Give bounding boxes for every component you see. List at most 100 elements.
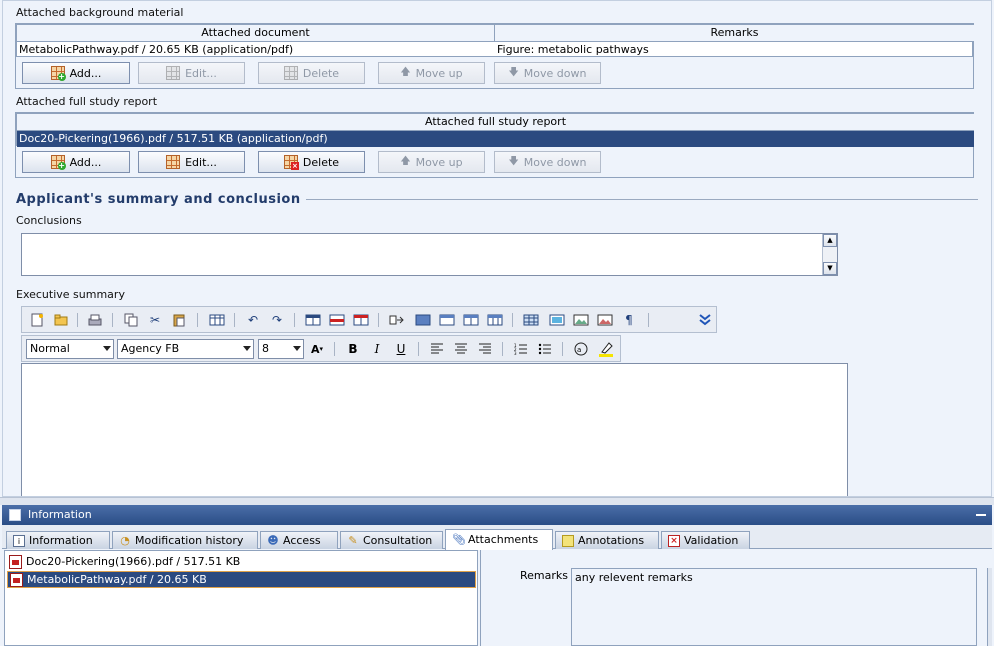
attachment-label: MetabolicPathway.pdf / 20.65 KB [27, 573, 207, 586]
full-study-report-table[interactable]: Attached full study report Doc20-Pickeri… [16, 113, 974, 147]
paragraph-mark-icon[interactable]: ¶ [620, 311, 638, 329]
redo-icon[interactable]: ↷ [268, 311, 286, 329]
font-size-change-icon[interactable]: A ▾ [308, 340, 326, 358]
paste-icon[interactable] [170, 311, 188, 329]
paragraph-style-select[interactable]: Normal [26, 339, 114, 359]
delete-table-icon: × [283, 155, 299, 170]
highlight-icon[interactable] [597, 340, 615, 358]
column-header-remarks[interactable]: Remarks [495, 25, 974, 42]
tab-attachments[interactable]: 📎︎ Attachments [445, 529, 553, 550]
delete-background-button[interactable]: Delete [258, 62, 365, 84]
background-material-panel: Attached document Remarks MetabolicPathw… [15, 23, 974, 89]
svg-text:a: a [577, 346, 581, 354]
toolbar-separator [294, 313, 295, 327]
print-icon[interactable] [86, 311, 104, 329]
image-icon[interactable] [548, 311, 566, 329]
toolbar-separator [562, 342, 563, 356]
table-cell-remarks[interactable]: Figure: metabolic pathways [497, 42, 649, 58]
users-icon: ☻ [267, 533, 279, 547]
editor-toolbar-primary: ✂ ↶ ↷ ¶ [21, 306, 717, 333]
delete-report-button[interactable]: × Delete [258, 151, 365, 173]
tab-modification-history[interactable]: ◔ Modification history [112, 531, 258, 549]
tab-consultation[interactable]: ✎ Consultation [340, 531, 443, 549]
edit-button-label: Edit... [185, 155, 217, 169]
list-item[interactable]: Doc20-Pickering(1966).pdf / 517.51 KB [7, 553, 475, 570]
toolbar-separator [418, 342, 419, 356]
remarks-value: any relevent remarks [575, 571, 693, 584]
tab-modification-history-label: Modification history [135, 533, 244, 547]
insert-row-icon[interactable] [328, 311, 346, 329]
new-document-icon[interactable] [28, 311, 46, 329]
cell-properties-icon[interactable] [486, 311, 504, 329]
expand-toolbar-icon[interactable] [696, 311, 714, 329]
table-grid-icon[interactable] [522, 311, 540, 329]
edit-button-label: Edit... [185, 66, 217, 80]
move-up-background-button[interactable]: 🡅 Move up [378, 62, 485, 84]
column-header-attached-document[interactable]: Attached document [17, 25, 495, 42]
align-left-icon[interactable] [428, 340, 446, 358]
background-material-table[interactable]: Attached document Remarks MetabolicPathw… [16, 24, 974, 58]
copy-icon[interactable] [122, 311, 140, 329]
executive-summary-value [22, 364, 847, 372]
align-right-icon[interactable] [476, 340, 494, 358]
info-panel-icon [9, 509, 21, 521]
merge-cells-icon[interactable] [388, 311, 406, 329]
edit-image-icon[interactable] [596, 311, 614, 329]
tab-information-label: Information [29, 533, 93, 547]
bullet-list-icon[interactable] [536, 340, 554, 358]
minimize-icon[interactable] [976, 514, 986, 516]
add-report-button[interactable]: + Add... [22, 151, 130, 173]
info-tabs: i Information ◔ Modification history ☻ A… [2, 525, 992, 550]
edit-background-button[interactable]: Edit... [138, 62, 245, 84]
delete-column-icon[interactable] [438, 311, 456, 329]
align-center-icon[interactable] [452, 340, 470, 358]
add-background-button[interactable]: + Add... [22, 62, 130, 84]
scroll-down-icon[interactable]: ▼ [823, 262, 837, 275]
attachments-list[interactable]: Doc20-Pickering(1966).pdf / 517.51 KB Me… [4, 550, 478, 646]
numbered-list-icon[interactable]: 123 [512, 340, 530, 358]
scroll-up-icon[interactable]: ▲ [823, 234, 837, 247]
insert-table-icon[interactable] [208, 311, 226, 329]
move-down-background-button[interactable]: 🡇 Move down [494, 62, 601, 84]
tab-access[interactable]: ☻ Access [260, 531, 338, 549]
tab-validation[interactable]: × Validation [661, 531, 750, 549]
move-down-report-button[interactable]: 🡇 Move down [494, 151, 601, 173]
toolbar-separator [334, 342, 335, 356]
font-size-value: 8 [262, 342, 269, 355]
splitter[interactable] [0, 497, 994, 505]
conclusions-field[interactable]: ▲ ▼ [21, 233, 838, 276]
cut-icon[interactable]: ✂ [146, 311, 164, 329]
table-row-selected[interactable]: Doc20-Pickering(1966).pdf / 517.51 KB (a… [17, 131, 974, 147]
underline-icon[interactable]: U [392, 340, 410, 358]
pdf-icon [10, 572, 23, 587]
bold-icon[interactable]: B [344, 340, 362, 358]
list-item-selected[interactable]: MetabolicPathway.pdf / 20.65 KB [7, 571, 476, 588]
font-family-select[interactable]: Agency FB [117, 339, 254, 359]
column-header-full-study-report[interactable]: Attached full study report [17, 114, 974, 131]
font-size-select[interactable]: 8 [258, 339, 304, 359]
table-cell-document[interactable]: MetabolicPathway.pdf / 20.65 KB (applica… [19, 42, 293, 58]
move-up-button-label: Move up [415, 155, 463, 169]
insert-image-icon[interactable] [572, 311, 590, 329]
insert-column-icon[interactable] [414, 311, 432, 329]
details-scrollbar[interactable] [987, 568, 992, 646]
conclusions-scrollbar[interactable]: ▲ ▼ [822, 234, 837, 275]
open-folder-icon[interactable] [52, 311, 70, 329]
table-cell-document: Doc20-Pickering(1966).pdf / 517.51 KB (a… [19, 132, 328, 145]
italic-icon[interactable]: I [368, 340, 386, 358]
tab-information[interactable]: i Information [6, 531, 110, 549]
undo-icon[interactable]: ↶ [244, 311, 262, 329]
spellcheck-icon[interactable]: a [572, 340, 590, 358]
remarks-field[interactable]: any relevent remarks [571, 568, 977, 646]
tab-annotations[interactable]: Annotations [555, 531, 659, 549]
attachment-details-pane: Remarks any relevent remarks [480, 550, 992, 646]
tab-validation-label: Validation [684, 533, 739, 547]
executive-summary-editor[interactable] [21, 363, 848, 496]
delete-row-icon[interactable] [352, 311, 370, 329]
split-cells-icon[interactable] [462, 311, 480, 329]
toolbar-separator [502, 342, 503, 356]
table-properties-icon[interactable] [304, 311, 322, 329]
edit-report-button[interactable]: Edit... [138, 151, 245, 173]
move-up-report-button[interactable]: 🡅 Move up [378, 151, 485, 173]
delete-button-label: Delete [302, 66, 340, 80]
